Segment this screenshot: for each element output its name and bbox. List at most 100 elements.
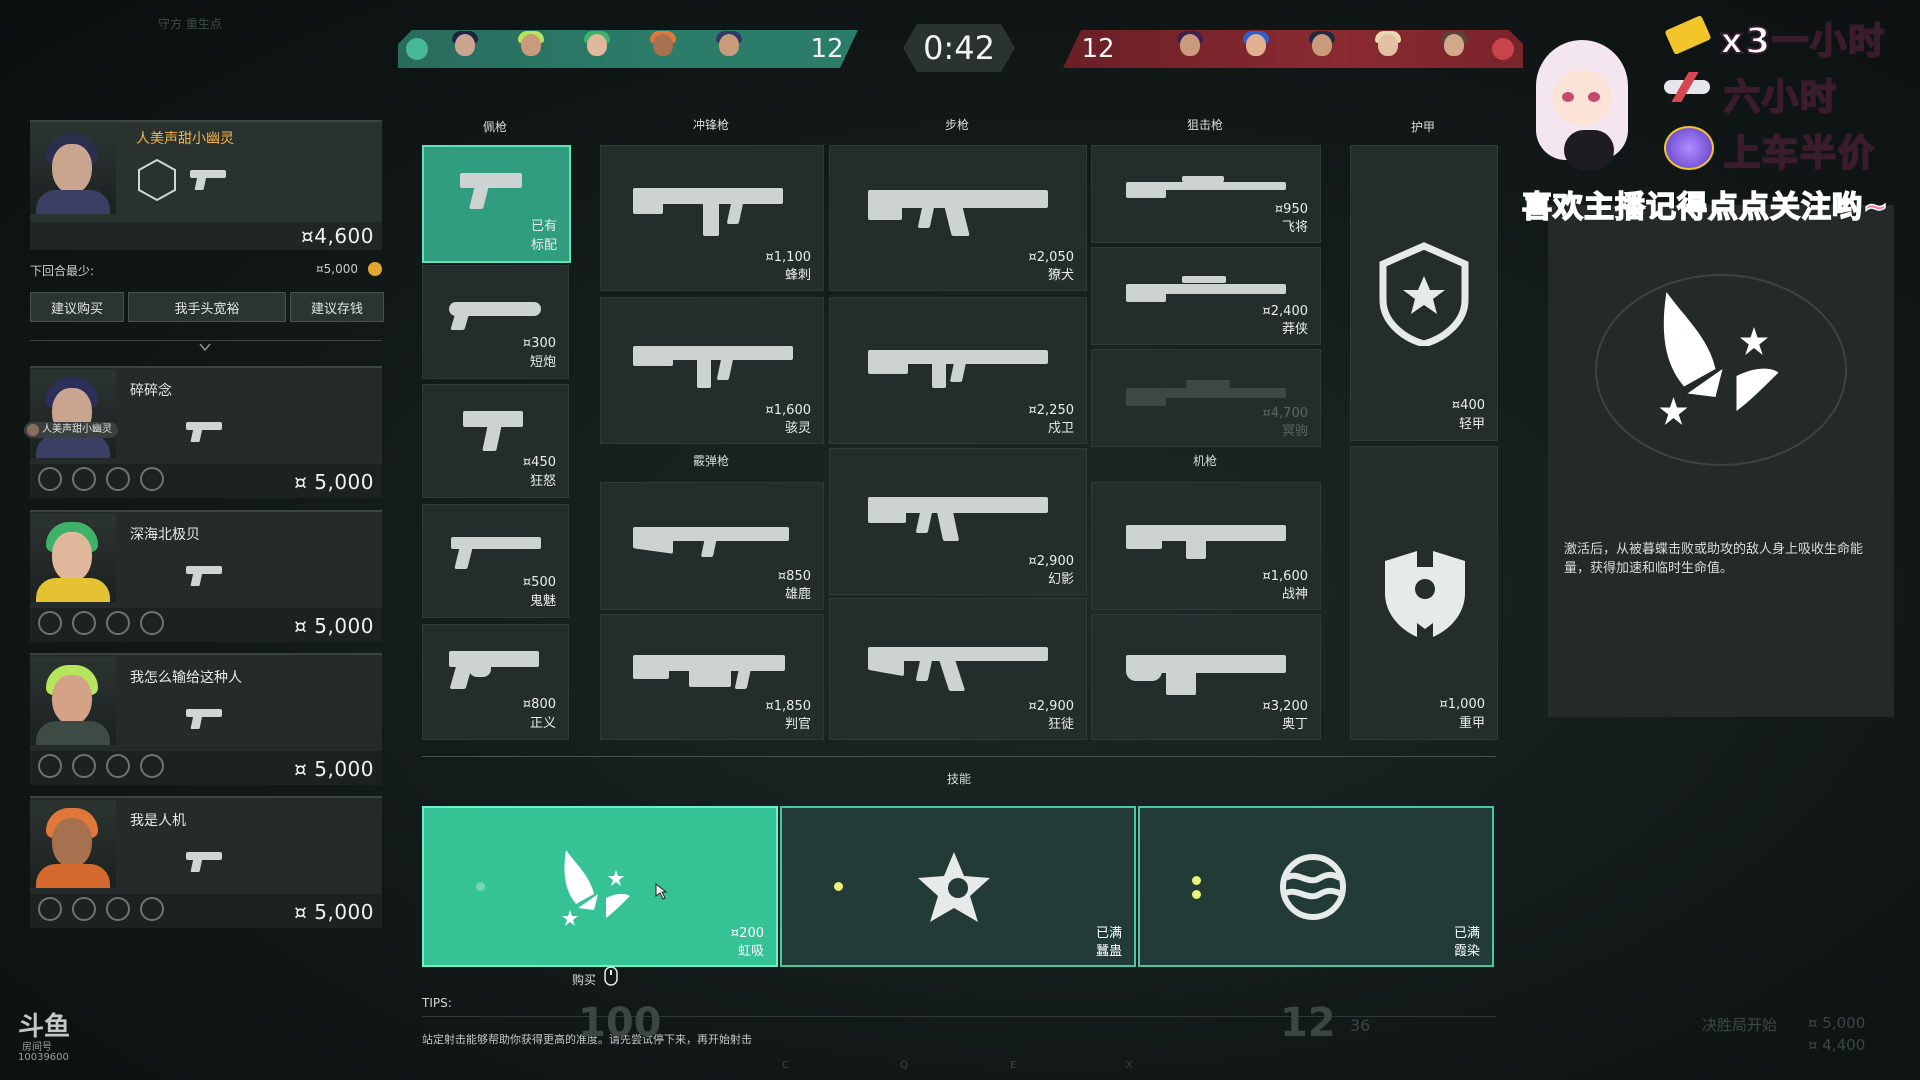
ghost-win-label: 决胜局开始 bbox=[1702, 1016, 1778, 1034]
heavy-shield-icon bbox=[1385, 551, 1465, 637]
enemy-team-icon bbox=[1492, 38, 1514, 60]
teammate-name: 我是人机 bbox=[130, 813, 186, 829]
ghost-key-x: X bbox=[1126, 1060, 1133, 1071]
category-abilities: 技能 bbox=[946, 772, 971, 786]
ability-charge-pip bbox=[1192, 890, 1201, 899]
armor-heavy-shields[interactable]: ¤1,000 重甲 bbox=[1350, 446, 1498, 740]
weapon-bucky[interactable]: ¤850 雄鹿 bbox=[600, 482, 824, 610]
weapon-odin[interactable]: ¤3,200 奥丁 bbox=[1091, 614, 1321, 740]
weapon-frenzy[interactable]: ¤450 狂怒 bbox=[422, 384, 569, 498]
ability-price: 已满 bbox=[1453, 926, 1480, 941]
ghost-round-sub: 36 bbox=[1350, 1016, 1371, 1035]
teammate-credits: ¤ 5,000 bbox=[294, 614, 374, 638]
enemy-portrait bbox=[1234, 30, 1278, 68]
divider bbox=[422, 756, 1496, 757]
weapon-outlaw[interactable]: ¤2,400 莽侠 bbox=[1091, 247, 1321, 345]
ally-portrait bbox=[575, 30, 619, 68]
butterfly-icon bbox=[562, 850, 630, 926]
cursor-icon bbox=[655, 882, 668, 900]
weapon-shorty[interactable]: ¤300 短炮 bbox=[422, 265, 569, 379]
teammate-name: 深海北极贝 bbox=[130, 527, 200, 543]
weapon-name: 飞将 bbox=[1281, 220, 1308, 235]
ability-icon bbox=[140, 754, 164, 778]
self-player-name: 人美声甜小幽灵 bbox=[136, 131, 234, 147]
weapon-ares[interactable]: ¤1,600 战神 bbox=[1091, 482, 1321, 610]
ally-portrait bbox=[443, 30, 487, 68]
ally-portrait bbox=[641, 30, 685, 68]
weapon-marshal[interactable]: ¤950 飞将 bbox=[1091, 145, 1321, 243]
weapon-name: 蜂刺 bbox=[784, 268, 811, 283]
ability-name: 虹吸 bbox=[737, 944, 764, 959]
teammate-request-tag: 人美声甜小幽灵 bbox=[24, 422, 118, 438]
overlay-line-3: 上车半价 bbox=[1723, 132, 1877, 175]
weapon-bulldog[interactable]: ¤2,050 獠犬 bbox=[829, 145, 1087, 291]
buy-hint-label: 购买 bbox=[572, 973, 597, 987]
ally-score: 12 bbox=[810, 34, 844, 64]
teammate-card[interactable]: 深海北极贝 ¤ 5,000 bbox=[30, 510, 382, 642]
ability-card-2[interactable]: 已满 蠶蛊 bbox=[780, 806, 1136, 967]
category-rifles: 步枪 bbox=[944, 118, 969, 132]
rank-badge-icon bbox=[1664, 126, 1714, 170]
ability-icon bbox=[106, 611, 130, 635]
enemy-portrait bbox=[1366, 30, 1410, 68]
weapon-phantom[interactable]: ¤2,900 幻影 bbox=[829, 448, 1087, 595]
ability-price: 已满 bbox=[1095, 926, 1122, 941]
armor-name: 轻甲 bbox=[1458, 417, 1485, 432]
ability-card-3[interactable]: 已满 霞染 bbox=[1138, 806, 1494, 967]
armor-light-shields[interactable]: ¤400 轻甲 bbox=[1350, 145, 1498, 441]
ability-icon bbox=[140, 897, 164, 921]
weapon-name: 戍卫 bbox=[1047, 421, 1074, 436]
ghost-key-q: Q bbox=[900, 1060, 908, 1071]
weapon-vandal[interactable]: ¤2,900 狂徒 bbox=[829, 598, 1087, 740]
teammate-avatar bbox=[30, 370, 116, 458]
category-armor: 护甲 bbox=[1410, 120, 1435, 134]
ability-description: 激活后，从被暮蝶击败或助攻的敌人身上吸收生命能量，获得加速和临时生命值。 bbox=[1564, 542, 1864, 576]
weapon-price: ¤800 bbox=[522, 697, 556, 712]
ghost-health: 100 bbox=[578, 1000, 662, 1046]
teammate-card[interactable]: 我是人机 ¤ 5,000 bbox=[30, 796, 382, 928]
ghost-round: 12 bbox=[1280, 1000, 1336, 1046]
teammate-credits: ¤ 5,000 bbox=[294, 757, 374, 781]
weapon-price: ¤300 bbox=[522, 336, 556, 351]
weapon-price: 已有 bbox=[530, 219, 557, 234]
weapon-name: 判官 bbox=[784, 717, 811, 732]
suggest-buy-button[interactable]: 建议购买 bbox=[30, 292, 124, 322]
ability-icon bbox=[72, 467, 96, 491]
weapon-operator[interactable]: ¤4,700 冥驹 bbox=[1091, 349, 1321, 447]
pistol-icon bbox=[186, 418, 226, 444]
suggest-save-button[interactable]: 建议存钱 bbox=[290, 292, 384, 322]
weapon-sheriff[interactable]: ¤800 正义 bbox=[422, 624, 569, 740]
pistol-icon bbox=[186, 848, 226, 874]
teammate-credits: ¤ 5,000 bbox=[294, 900, 374, 924]
category-snipers: 狙击枪 bbox=[1186, 118, 1223, 132]
armor-price: ¤1,000 bbox=[1439, 697, 1486, 712]
self-avatar bbox=[30, 126, 116, 214]
butterfly-large-icon bbox=[1659, 292, 1779, 425]
weapon-name: 短炮 bbox=[529, 355, 556, 370]
weapon-name: 冥驹 bbox=[1281, 424, 1308, 439]
streamer-avatar bbox=[1512, 22, 1650, 178]
enemy-portrait bbox=[1300, 30, 1344, 68]
ghost-key-c: C bbox=[782, 1060, 789, 1071]
next-round-min-value: ¤5,000 bbox=[316, 262, 358, 276]
mouse-icon bbox=[604, 966, 618, 986]
ability-name: 霞染 bbox=[1453, 944, 1480, 959]
ability-icon bbox=[38, 611, 62, 635]
weapon-judge[interactable]: ¤1,850 判官 bbox=[600, 614, 824, 740]
teammate-avatar bbox=[30, 800, 116, 888]
ghost-win-value: ¤ 5,000 bbox=[1808, 1014, 1866, 1032]
teammate-card[interactable]: 我怎么输给这种人 ¤ 5,000 bbox=[30, 653, 382, 785]
teammate-card[interactable]: 碎碎念 人美声甜小幽灵 ¤ 5,000 bbox=[24, 366, 382, 498]
ability-card-siphon[interactable]: ¤200 虹吸 bbox=[422, 806, 778, 967]
hold-wide-button[interactable]: 我手头宽裕 bbox=[128, 292, 286, 322]
weapon-name: 獠犬 bbox=[1047, 268, 1074, 283]
weapon-name: 战神 bbox=[1281, 587, 1308, 602]
ability-name: 蠶蛊 bbox=[1095, 944, 1122, 959]
weapon-guardian[interactable]: ¤2,250 戍卫 bbox=[829, 297, 1087, 444]
weapon-stinger[interactable]: ¤1,100 蜂刺 bbox=[600, 145, 824, 291]
weapon-spectre[interactable]: ¤1,600 骇灵 bbox=[600, 297, 824, 444]
weapon-name: 标配 bbox=[530, 238, 557, 253]
weapon-ghost[interactable]: ¤500 鬼魅 bbox=[422, 504, 569, 618]
ability-charge-pip bbox=[476, 882, 485, 891]
weapon-classic[interactable]: 已有 标配 bbox=[422, 145, 571, 263]
